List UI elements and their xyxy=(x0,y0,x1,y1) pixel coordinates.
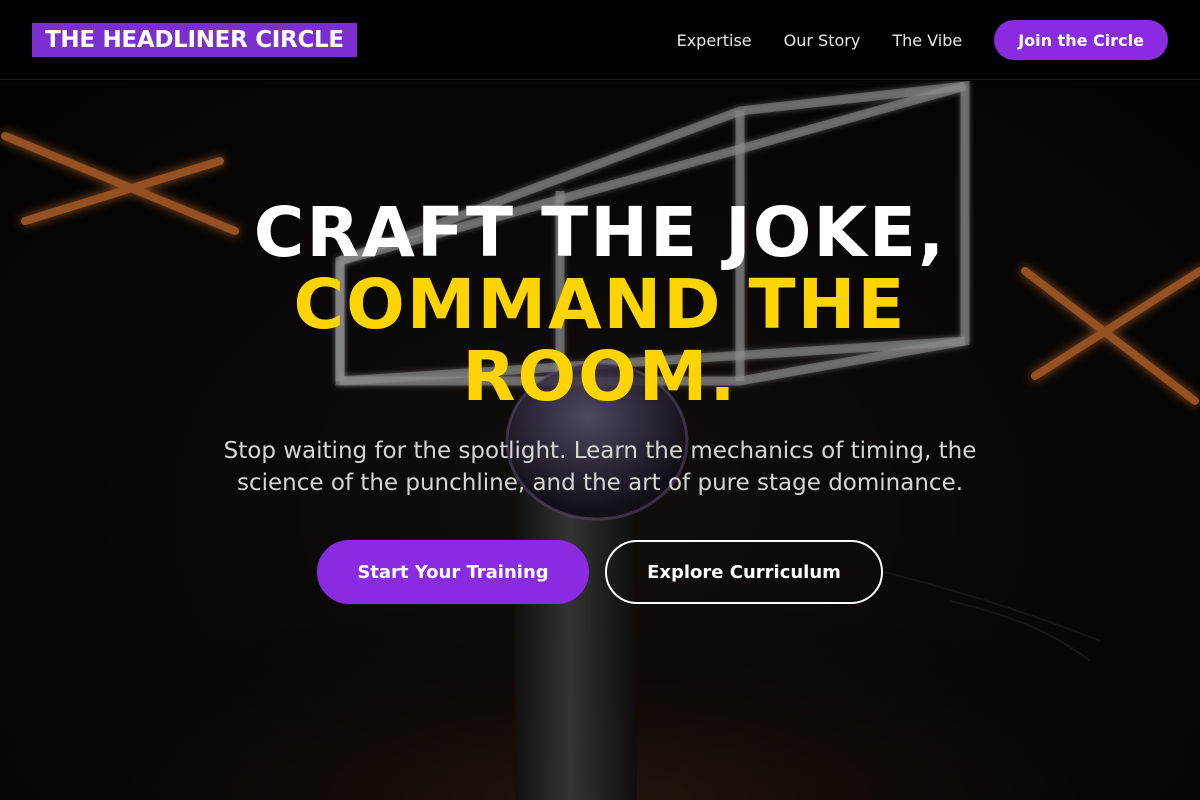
brand-logo[interactable]: THE HEADLINER CIRCLE xyxy=(32,23,357,57)
headline-line-2: COMMAND THE ROOM. xyxy=(293,265,907,417)
site-header: THE HEADLINER CIRCLE Expertise Our Story… xyxy=(0,0,1200,80)
main-nav: Expertise Our Story The Vibe Join the Ci… xyxy=(677,20,1168,60)
explore-curriculum-button[interactable]: Explore Curriculum xyxy=(605,540,883,604)
nav-link-the-vibe[interactable]: The Vibe xyxy=(892,31,962,50)
nav-link-our-story[interactable]: Our Story xyxy=(784,31,861,50)
nav-link-expertise[interactable]: Expertise xyxy=(677,31,752,50)
join-circle-button[interactable]: Join the Circle xyxy=(994,20,1168,60)
hero-headline: CRAFT THE JOKE, COMMAND THE ROOM. xyxy=(150,197,1050,413)
hero-subtitle: Stop waiting for the spotlight. Learn th… xyxy=(223,438,977,496)
start-training-button[interactable]: Start Your Training xyxy=(317,540,589,604)
hero-section: CRAFT THE JOKE, COMMAND THE ROOM. Stop w… xyxy=(0,81,1200,800)
hero-content: CRAFT THE JOKE, COMMAND THE ROOM. Stop w… xyxy=(0,81,1200,800)
headline-line-1: CRAFT THE JOKE, xyxy=(253,193,947,273)
